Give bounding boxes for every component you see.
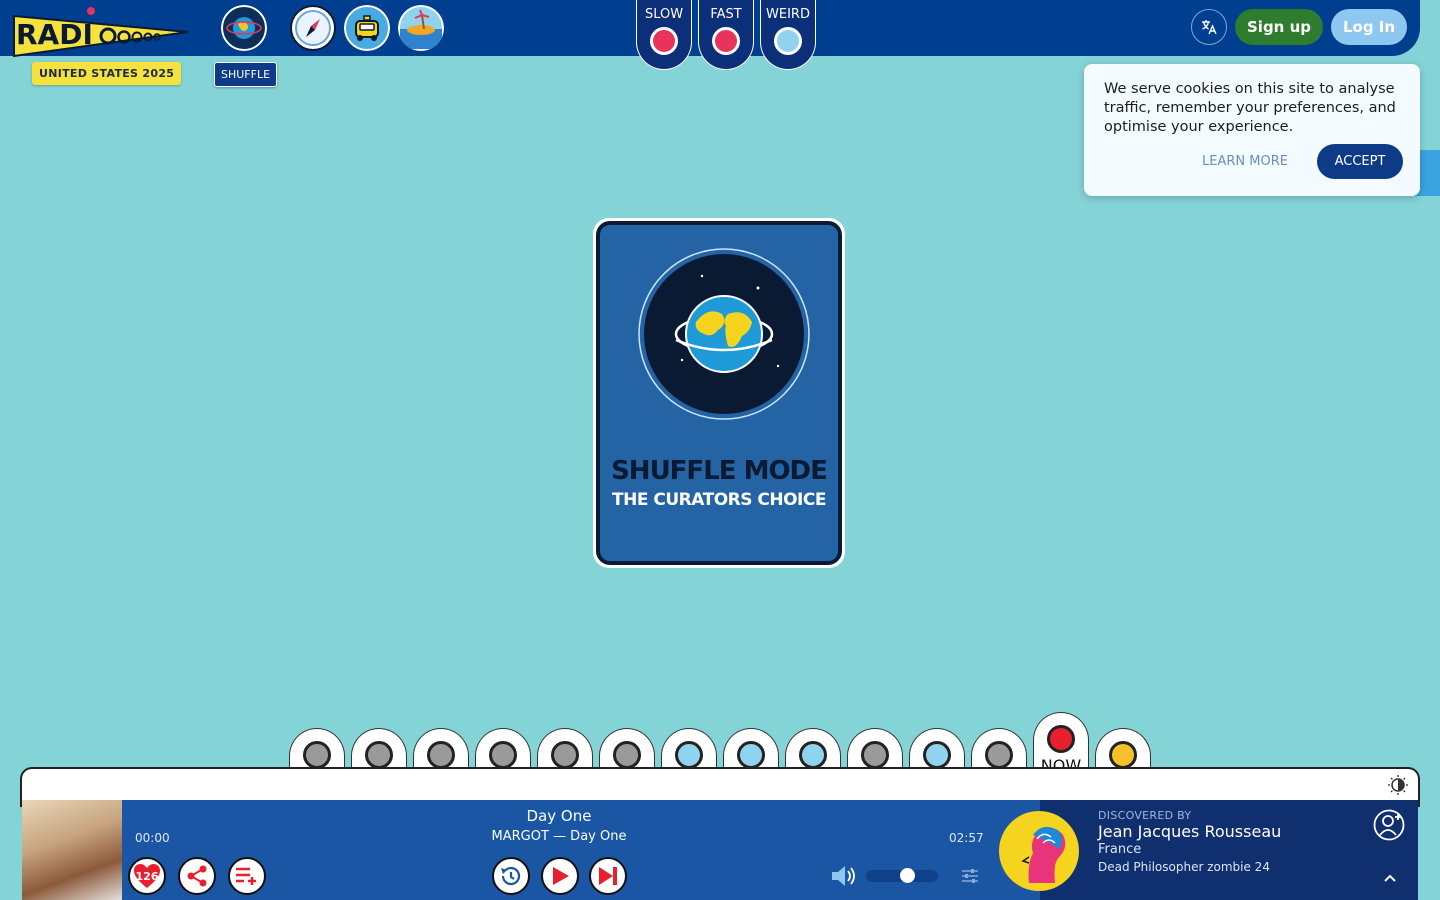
curator-portrait-icon	[1021, 826, 1066, 883]
cookie-banner: We serve cookies on this site to analyse…	[1084, 64, 1420, 196]
share-button[interactable]	[178, 857, 216, 895]
language-button[interactable]	[1191, 9, 1227, 45]
shuffle-mode-card[interactable]: SHUFFLE MODE THE CURATORS CHOICE	[593, 218, 845, 568]
cookie-text: We serve cookies on this site to analyse…	[1104, 81, 1396, 135]
album-thumbnail[interactable]	[22, 800, 122, 900]
theme-toggle-icon[interactable]	[1387, 774, 1409, 796]
decade-dot	[985, 741, 1013, 769]
log-in-button[interactable]: Log In	[1331, 9, 1407, 45]
card-subtitle: THE CURATORS CHOICE	[612, 490, 826, 510]
share-icon	[187, 865, 207, 887]
decade-dot	[613, 741, 641, 769]
globe-icon	[638, 248, 810, 420]
discovered-by-panel	[1040, 800, 1418, 900]
track-artist[interactable]: MARGOT — Day One	[459, 829, 659, 844]
add-to-playlist-button[interactable]	[228, 857, 266, 895]
chevron-up-icon[interactable]	[1380, 868, 1400, 888]
follow-user-icon[interactable]	[1373, 809, 1405, 841]
mood-slow-dot	[650, 27, 678, 55]
shuffle-globe-icon[interactable]	[221, 5, 267, 51]
decade-dot	[923, 741, 951, 769]
next-button[interactable]	[589, 857, 627, 895]
island-icon[interactable]	[398, 5, 444, 51]
like-count: 126	[135, 869, 159, 883]
time-elapsed: 00:00	[135, 831, 170, 845]
translate-icon	[1202, 20, 1217, 35]
curator-avatar[interactable]	[999, 811, 1079, 891]
learn-more-link[interactable]: LEARN MORE	[1202, 154, 1288, 169]
card-title: SHUFFLE MODE	[611, 456, 828, 486]
card-frame: SHUFFLE MODE THE CURATORS CHOICE	[596, 221, 842, 565]
history-button[interactable]	[492, 857, 530, 895]
decade-dot	[427, 741, 455, 769]
equalizer-settings-icon[interactable]	[960, 866, 980, 886]
accept-button[interactable]: ACCEPT	[1317, 144, 1403, 179]
history-icon	[501, 866, 521, 886]
play-button[interactable]	[541, 857, 579, 895]
decade-dot	[303, 741, 331, 769]
taxi-icon[interactable]	[344, 5, 390, 51]
mood-weird[interactable]: WEIRD	[760, 0, 816, 70]
like-button[interactable]: 126	[128, 857, 166, 895]
volume-icon[interactable]	[830, 863, 856, 889]
mood-slow[interactable]: SLOW	[636, 0, 692, 70]
mood-weird-dot	[774, 27, 802, 55]
country-year-badge[interactable]: UNITED STATES 2025	[32, 62, 182, 85]
discovered-by-label: DISCOVERED BY	[1098, 809, 1192, 822]
decade-dot	[1047, 725, 1075, 753]
svg-text:RADI: RADI	[16, 18, 93, 51]
curator-country: France	[1098, 842, 1142, 857]
playlist-add-icon	[236, 867, 256, 885]
radiooooo-logo[interactable]: RADI	[12, 6, 190, 58]
mood-slow-label: SLOW	[644, 7, 684, 22]
decade-dot	[551, 741, 579, 769]
mood-fast-dot	[712, 27, 740, 55]
mood-fast-label: FAST	[710, 7, 742, 22]
mood-weird-label: WEIRD	[766, 7, 810, 22]
curator-user-title: Dead Philosopher zombie 24	[1098, 860, 1270, 874]
compass-icon[interactable]	[290, 5, 336, 51]
decade-dot	[1109, 741, 1137, 769]
time-total: 02:57	[949, 831, 984, 845]
curator-name[interactable]: Jean Jacques Rousseau	[1098, 822, 1281, 841]
shuffle-label: SHUFFLE	[214, 62, 278, 87]
decade-dot	[675, 741, 703, 769]
track-title: Day One	[526, 807, 592, 825]
decade-dot	[489, 741, 517, 769]
decade-dot	[861, 741, 889, 769]
play-icon	[553, 867, 569, 885]
decade-dot	[365, 741, 393, 769]
decade-dot	[799, 741, 827, 769]
decade-dot	[737, 741, 765, 769]
card-body: SHUFFLE MODE THE CURATORS CHOICE	[603, 228, 835, 558]
mood-fast[interactable]: FAST	[698, 0, 754, 70]
skip-next-icon	[599, 867, 617, 885]
sign-up-button[interactable]: Sign up	[1235, 9, 1323, 45]
